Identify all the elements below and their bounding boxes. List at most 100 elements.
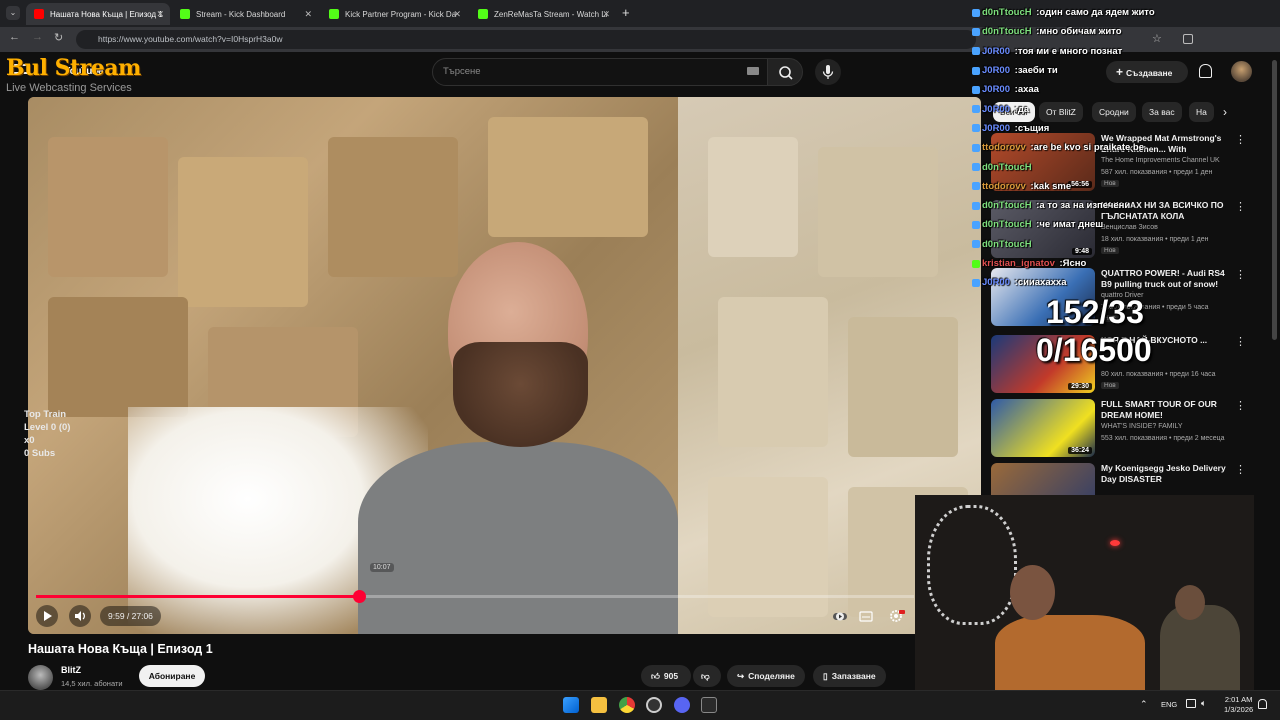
tab-youtube[interactable]: Нашата Нова Къща | Епизод 1 ✕ [26, 3, 170, 25]
terminal-icon[interactable] [701, 697, 717, 713]
mic-icon [822, 65, 834, 79]
chip-next[interactable]: На [1189, 102, 1214, 122]
webcam-red-light [1110, 540, 1120, 546]
tab-kick-dashboard[interactable]: Stream - Kick Dashboard ✕ [172, 3, 318, 25]
subscribe-button[interactable]: Абониране [139, 665, 205, 687]
stone-block [848, 317, 958, 457]
time-display: 9:59 / 27:06 [100, 606, 161, 626]
notifications-bell-icon[interactable] [1199, 64, 1212, 78]
recommendation-item[interactable]: 36:24 FULL SMART TOUR OF OUR DREAM HOME!… [991, 399, 1251, 459]
reload-icon[interactable]: ↻ [54, 31, 63, 44]
tab-title: Kick Partner Program - Kick Da [345, 9, 457, 19]
tab-title: Stream - Kick Dashboard [196, 9, 286, 19]
channel-avatar[interactable] [28, 665, 53, 690]
webcam-overlay [915, 495, 1254, 690]
more-options-icon[interactable]: ⋮ [1235, 463, 1246, 476]
chat-text: Ясно [1062, 258, 1087, 269]
thumbs-up-icon: 👍︎ [651, 671, 660, 681]
progress-scrubber-handle[interactable] [353, 590, 366, 603]
close-icon[interactable]: ✕ [156, 9, 164, 20]
counter-top: 152/33 [1046, 294, 1144, 330]
video-player[interactable] [28, 97, 981, 634]
recommendation-channel: WHAT'S INSIDE? FAMILY [1101, 423, 1183, 430]
stats-line: Level 0 (0) [24, 422, 71, 433]
search-input[interactable]: Търсене [432, 58, 768, 86]
more-options-icon[interactable]: ⋮ [1235, 335, 1246, 348]
video-thumbnail: 36:24 [991, 399, 1095, 457]
close-icon[interactable]: ✕ [453, 9, 461, 20]
chat-username: J0R00 [982, 277, 1010, 289]
account-avatar[interactable] [1231, 61, 1252, 82]
platform-icon [972, 105, 980, 114]
network-icon[interactable] [1186, 699, 1196, 708]
tab-title: Нашата Нова Къща | Епизод 1 [50, 9, 163, 19]
tab-list-button[interactable]: ⌄ [6, 6, 20, 20]
like-button[interactable]: 👍︎ 905 [641, 665, 691, 687]
stone-block [718, 297, 828, 447]
stats-line: 0 Subs [24, 448, 56, 459]
input-language[interactable]: ENG [1161, 700, 1177, 709]
settings-button[interactable] [885, 605, 907, 627]
youtube-favicon-icon [34, 9, 44, 19]
new-tab-button[interactable]: + [622, 5, 630, 20]
stone-block [328, 137, 458, 277]
windows-start-icon[interactable] [563, 697, 579, 713]
chat-username: d0nTtoucH [982, 200, 1032, 212]
platform-icon [972, 85, 980, 94]
volume-button[interactable] [69, 605, 91, 627]
back-icon[interactable]: ← [9, 31, 20, 43]
bookmark-icon: ▯ [823, 671, 828, 681]
tab-zenremasta[interactable]: ZenReMasTa Stream - Watch Li ✕ [470, 3, 616, 25]
tray-chevron-icon[interactable]: ⌃ [1140, 699, 1148, 710]
chrome-icon[interactable] [619, 697, 635, 713]
webcam-person-2-head [1175, 585, 1205, 620]
volume-tray-icon[interactable]: 🔈︎ [1201, 698, 1206, 709]
share-button[interactable]: ↪ Споделяне [727, 665, 805, 687]
notification-icon[interactable] [1258, 699, 1267, 709]
file-explorer-icon[interactable] [591, 697, 607, 713]
save-button[interactable]: ▯ Запазване [813, 665, 886, 687]
chat-message: J0R00 : тоя ми е много познат [972, 42, 1182, 61]
stats-line: x0 [24, 435, 35, 446]
tab-title: ZenReMasTa Stream - Watch Li [494, 9, 608, 19]
obs-icon[interactable] [646, 697, 662, 713]
more-options-icon[interactable]: ⋮ [1235, 268, 1246, 281]
tab-kick-partner[interactable]: Kick Partner Program - Kick Da ✕ [321, 3, 467, 25]
close-icon[interactable]: ✕ [304, 9, 312, 20]
keyboard-icon[interactable] [747, 67, 759, 75]
progress-bar-played [36, 595, 359, 598]
more-options-icon[interactable]: ⋮ [1235, 200, 1246, 213]
share-label: Споделяне [748, 671, 795, 681]
dislike-button[interactable]: 👎︎ [693, 665, 721, 687]
clock[interactable]: 2:01 AM 1/3/2026 [1224, 695, 1253, 715]
chat-text: да [1017, 103, 1030, 115]
hanging-chair [927, 505, 1017, 625]
stats-line: Top Train [24, 409, 67, 420]
chevron-right-icon[interactable]: › [1223, 105, 1227, 119]
volume-icon [75, 611, 85, 621]
kick-favicon-icon [329, 9, 339, 19]
recommendation-stats: 553 хил. показвания • преди 2 месеца [1101, 435, 1225, 442]
duration-badge: 36:24 [1068, 447, 1092, 454]
clock-date: 1/3/2026 [1224, 705, 1254, 714]
autoplay-toggle[interactable] [829, 605, 851, 627]
more-options-icon[interactable]: ⋮ [1235, 399, 1246, 412]
url-field[interactable]: https://www.youtube.com/watch?v=I0HsprH3… [76, 30, 976, 49]
channel-name[interactable]: BlitZ [61, 665, 81, 675]
voice-search-button[interactable] [815, 59, 841, 85]
close-icon[interactable]: ✕ [602, 9, 610, 20]
chat-username: d0nTtoucH [982, 219, 1032, 231]
more-options-icon[interactable]: ⋮ [1235, 133, 1246, 146]
browser-extensions-icon[interactable] [1183, 34, 1193, 44]
play-button[interactable] [36, 605, 58, 627]
duration-badge: 29:30 [1068, 383, 1092, 390]
platform-icon [972, 201, 980, 210]
search-button[interactable] [767, 58, 803, 86]
sidebar-scrollbar[interactable] [1272, 60, 1277, 340]
subtitles-button[interactable] [855, 605, 877, 627]
chat-username: J0R00 [982, 65, 1010, 77]
chat-text: същия [1017, 122, 1050, 134]
discord-icon[interactable] [674, 697, 690, 713]
forward-icon[interactable]: → [32, 31, 43, 43]
chat-message: J0R00 : същия [972, 119, 1182, 138]
